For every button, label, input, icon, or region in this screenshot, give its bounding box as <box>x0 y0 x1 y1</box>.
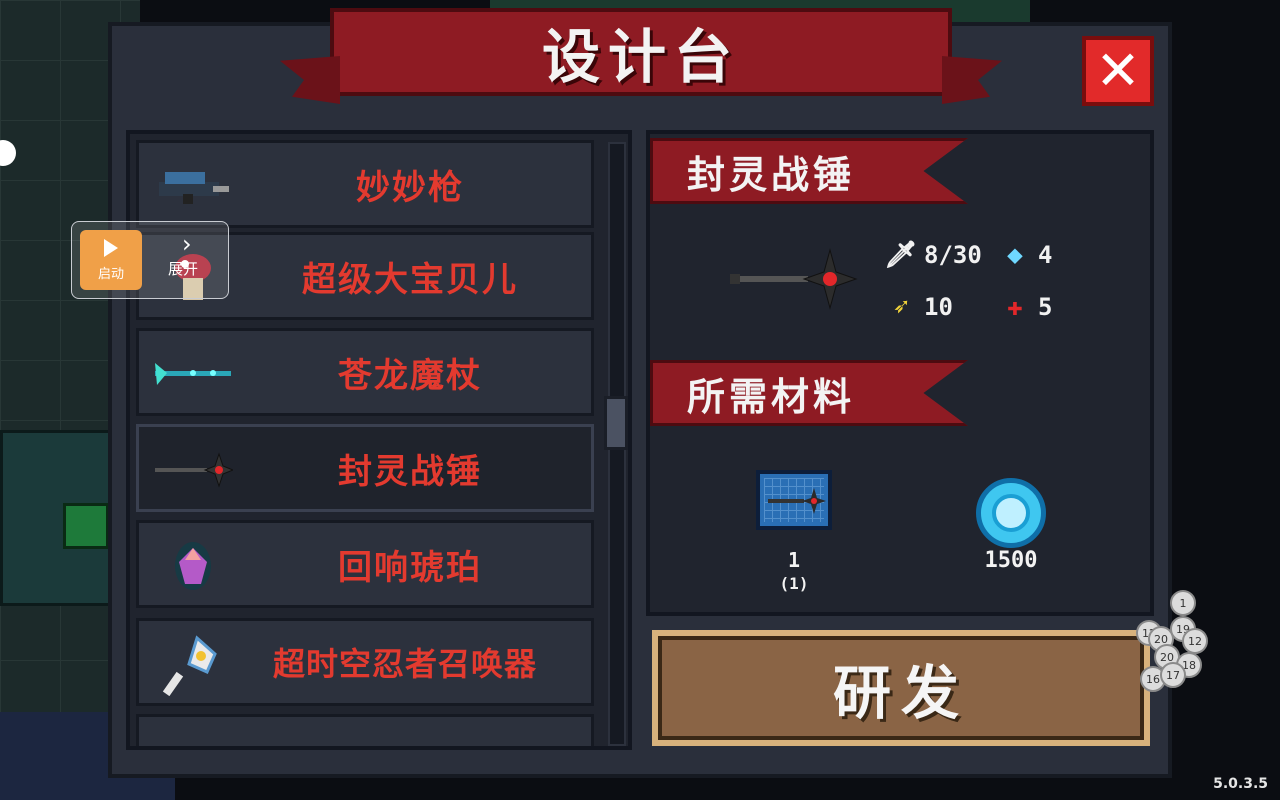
bubble: 1 <box>1170 590 1196 616</box>
crit-value: 5 <box>1038 293 1053 321</box>
version-label: 5.0.3.5 <box>1213 776 1268 792</box>
start-label: 启动 <box>97 266 124 282</box>
list-item[interactable]: 妙妙枪 <box>136 140 594 228</box>
scrollbar-thumb[interactable] <box>604 396 628 450</box>
list-item[interactable]: 超时空忍者召唤器 <box>136 618 594 706</box>
staff-icon <box>153 345 233 403</box>
title-banner: 设计台 <box>280 8 1002 104</box>
blueprint-owned: (1) <box>779 574 809 593</box>
weapon-preview <box>728 246 858 320</box>
blueprint-icon <box>756 470 832 530</box>
stat-energy: ◆ 4 <box>1000 240 1052 270</box>
list-item[interactable]: 苍龙魔杖 <box>136 328 594 416</box>
close-button[interactable]: ✕ <box>1082 36 1154 106</box>
list-item-label: 苍龙魔杖 <box>338 355 482 396</box>
stat-speed: ➶ 10 <box>886 292 953 322</box>
list-item-label: 妙妙枪 <box>356 167 464 208</box>
crosshair-icon: ✚ <box>1007 292 1023 322</box>
item-detail: 封灵战锤 🗡 8/30 ◆ 4 ➶ 10 ✚ 5 所需材料 1 (1) 1500 <box>646 130 1154 616</box>
diamond-icon: ◆ <box>1007 240 1023 270</box>
energy-value: 4 <box>1038 241 1053 269</box>
expand-label[interactable]: 展开 <box>168 258 198 279</box>
list-item[interactable] <box>136 714 594 746</box>
materials-title: 所需材料 <box>687 374 856 419</box>
page-title: 设计台 <box>541 23 740 91</box>
stat-crit: ✚ 5 <box>1000 292 1052 322</box>
list-item-label: 超级大宝贝儿 <box>302 259 518 300</box>
gem-count: 1500 <box>984 548 1038 573</box>
gem-icon <box>976 478 1046 548</box>
gun-icon <box>153 157 233 215</box>
list-item-label: 超时空忍者召唤器 <box>272 645 537 683</box>
list-item-label: 回响琥珀 <box>338 547 482 588</box>
research-button[interactable]: 研发 <box>652 630 1150 746</box>
floating-widget[interactable]: 启动 › 展开 <box>71 221 229 299</box>
background-machine <box>0 430 118 606</box>
blueprint-count: 1 <box>787 548 801 572</box>
chevron-right-icon: › <box>182 230 192 258</box>
list-item-label: 封灵战锤 <box>338 451 482 492</box>
stat-attack: 🗡 8/30 <box>884 240 982 270</box>
list-item-selected[interactable]: 封灵战锤 <box>136 424 594 512</box>
research-label: 研发 <box>832 659 969 727</box>
hammer-icon <box>153 441 233 499</box>
bubble: 12 <box>1182 628 1208 654</box>
start-button[interactable]: 启动 <box>80 230 142 290</box>
feather-icon: ➶ <box>893 292 909 322</box>
list-item[interactable]: 回响琥珀 <box>136 520 594 608</box>
item-name-banner: 封灵战锤 <box>650 138 968 204</box>
materials-banner: 所需材料 <box>650 360 968 426</box>
bubble: 17 <box>1160 662 1186 688</box>
close-icon: ✕ <box>1095 39 1141 102</box>
amber-icon <box>153 537 233 595</box>
attack-value: 8/30 <box>924 241 982 269</box>
bubble-cluster: 1 12 20 19 12 20 18 16 17 <box>1126 590 1210 692</box>
sword-icon: 🗡 <box>884 240 918 270</box>
play-icon <box>104 238 118 257</box>
speed-value: 10 <box>924 293 953 321</box>
item-name: 封灵战锤 <box>687 152 856 197</box>
